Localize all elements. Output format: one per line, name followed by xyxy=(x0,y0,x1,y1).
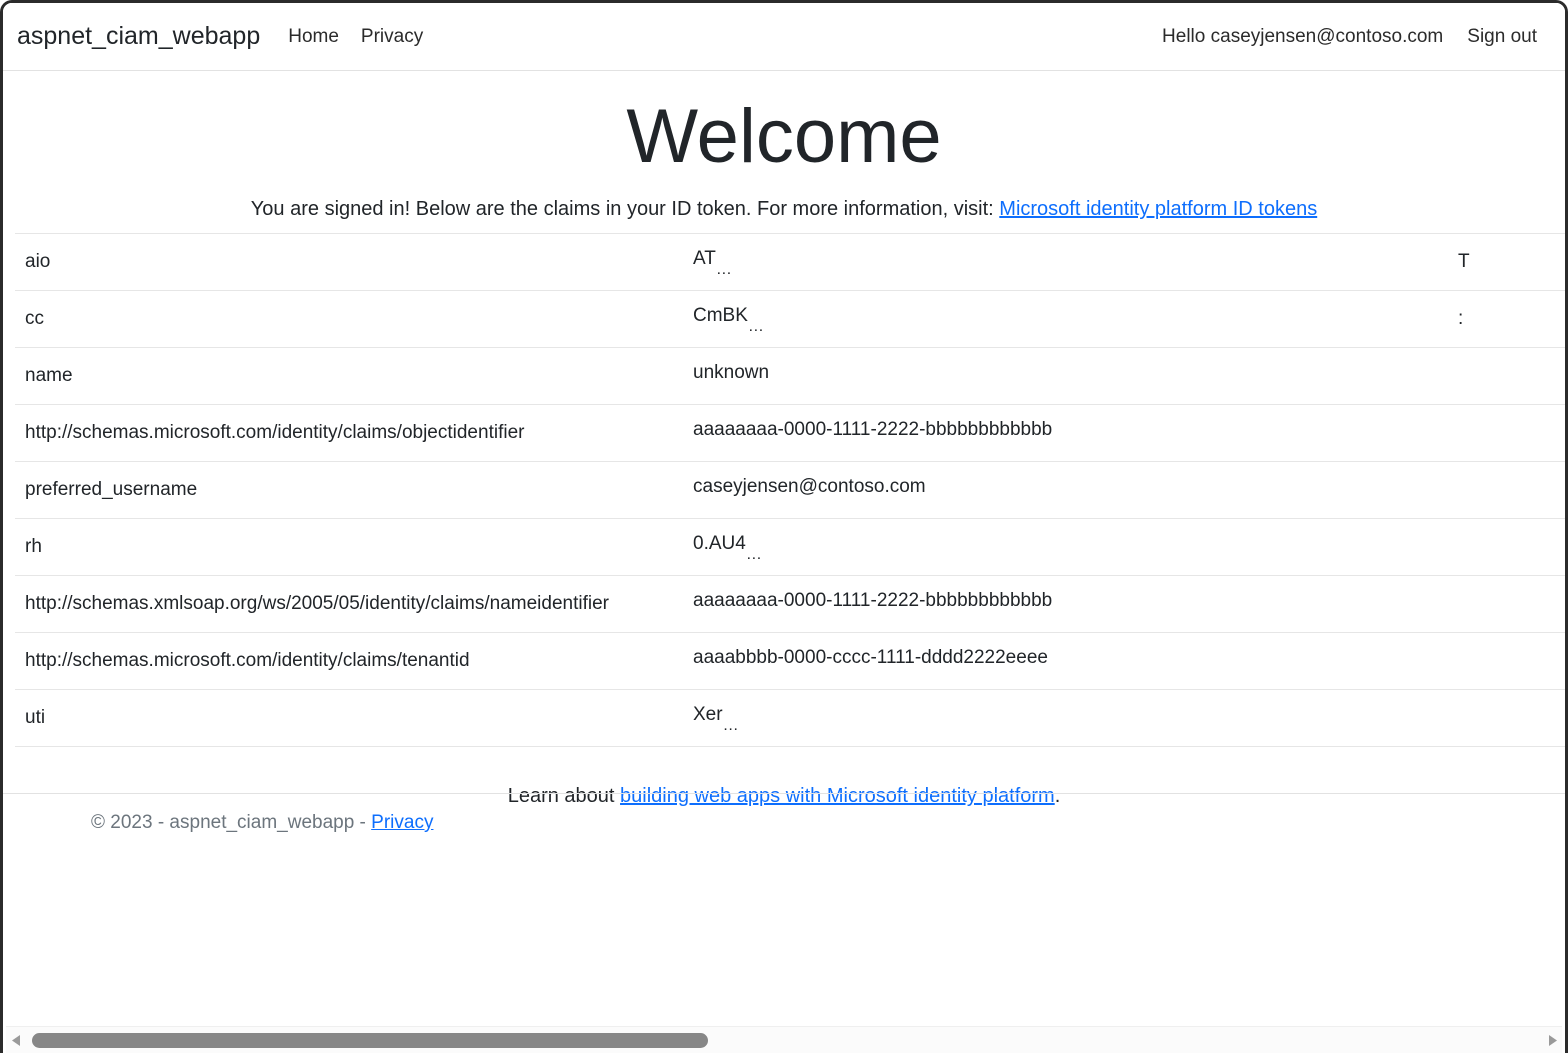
claim-overflow-cell: : xyxy=(1448,291,1565,348)
claim-value: CmBK… xyxy=(683,291,1448,348)
truncation-ellipsis: … xyxy=(716,261,733,278)
claim-value: Xer… xyxy=(683,690,1448,747)
lead-text: You are signed in! Below are the claims … xyxy=(251,198,1000,220)
navbar-right: Hello caseyjensen@contoso.com Sign out xyxy=(1162,26,1545,48)
claim-value: aaaabbbb-0000-cccc-1111-dddd2222eeee xyxy=(683,633,1448,690)
footer-privacy-link[interactable]: Privacy xyxy=(371,812,433,833)
table-row: http://schemas.microsoft.com/identity/cl… xyxy=(15,633,1565,690)
claim-overflow-cell xyxy=(1448,462,1565,519)
scroll-left-arrow-icon[interactable] xyxy=(6,1027,26,1053)
claim-value-text: Xer xyxy=(693,704,723,726)
claim-value-text: 0.AU4 xyxy=(693,533,746,555)
nav-link-privacy[interactable]: Privacy xyxy=(361,26,423,48)
navbar: aspnet_ciam_webapp Home Privacy Hello ca… xyxy=(3,3,1565,71)
claim-overflow-cell xyxy=(1448,405,1565,462)
claim-value-text: aaaaaaaa-0000-1111-2222-bbbbbbbbbbbb xyxy=(693,419,1052,441)
claims-table-wrapper: aio AT… T cc CmBK… : name unknown xyxy=(3,233,1565,747)
page-title: Welcome xyxy=(3,93,1565,180)
truncation-ellipsis: … xyxy=(746,546,763,563)
claim-key: http://schemas.microsoft.com/identity/cl… xyxy=(15,633,683,690)
claim-overflow-cell xyxy=(1448,576,1565,633)
claim-overflow-cell xyxy=(1448,633,1565,690)
claim-value-text: unknown xyxy=(693,362,769,384)
claim-key: rh xyxy=(15,519,683,576)
claim-overflow-cell xyxy=(1448,348,1565,405)
horizontal-scrollbar[interactable] xyxy=(6,1026,1562,1053)
nav-link-home[interactable]: Home xyxy=(288,26,339,48)
table-row: http://schemas.microsoft.com/identity/cl… xyxy=(15,405,1565,462)
nav-greeting[interactable]: Hello caseyjensen@contoso.com xyxy=(1162,26,1443,48)
claim-value: caseyjensen@contoso.com xyxy=(683,462,1448,519)
table-row: http://schemas.xmlsoap.org/ws/2005/05/id… xyxy=(15,576,1565,633)
claim-overflow-cell xyxy=(1448,519,1565,576)
id-tokens-doc-link[interactable]: Microsoft identity platform ID tokens xyxy=(999,198,1317,220)
claim-overflow-cell: T xyxy=(1448,234,1565,291)
claim-value-text: CmBK xyxy=(693,305,748,327)
lead-paragraph: You are signed in! Below are the claims … xyxy=(3,198,1565,221)
table-row: aio AT… T xyxy=(15,234,1565,291)
claim-key: uti xyxy=(15,690,683,747)
claim-key: preferred_username xyxy=(15,462,683,519)
browser-window: aspnet_ciam_webapp Home Privacy Hello ca… xyxy=(0,0,1568,1053)
main-content: Welcome You are signed in! Below are the… xyxy=(3,93,1565,808)
table-row: rh 0.AU4… xyxy=(15,519,1565,576)
claims-table: aio AT… T cc CmBK… : name unknown xyxy=(15,233,1565,747)
table-row: preferred_username caseyjensen@contoso.c… xyxy=(15,462,1565,519)
claim-value: unknown xyxy=(683,348,1448,405)
claim-key: http://schemas.microsoft.com/identity/cl… xyxy=(15,405,683,462)
claim-value-text: aaaaaaaa-0000-1111-2222-bbbbbbbbbbbb xyxy=(693,590,1052,612)
navbar-brand[interactable]: aspnet_ciam_webapp xyxy=(17,22,260,51)
claim-overflow-cell xyxy=(1448,690,1565,747)
truncation-ellipsis: … xyxy=(748,318,765,335)
claim-key: aio xyxy=(15,234,683,291)
table-row: cc CmBK… : xyxy=(15,291,1565,348)
claim-value: aaaaaaaa-0000-1111-2222-bbbbbbbbbbbb xyxy=(683,405,1448,462)
claim-key: cc xyxy=(15,291,683,348)
copyright-text: © 2023 - aspnet_ciam_webapp - xyxy=(91,812,371,833)
claim-value: 0.AU4… xyxy=(683,519,1448,576)
claim-key: name xyxy=(15,348,683,405)
table-row: name unknown xyxy=(15,348,1565,405)
page-footer: © 2023 - aspnet_ciam_webapp - Privacy xyxy=(3,793,1565,834)
table-row: uti Xer… xyxy=(15,690,1565,747)
scrollbar-track[interactable] xyxy=(26,1027,1542,1053)
truncation-ellipsis: … xyxy=(723,717,740,734)
scroll-right-arrow-icon[interactable] xyxy=(1542,1027,1562,1053)
scrollbar-thumb[interactable] xyxy=(32,1033,708,1048)
claim-value-text: caseyjensen@contoso.com xyxy=(693,476,926,498)
navbar-links: Home Privacy xyxy=(288,26,423,48)
claim-key: http://schemas.xmlsoap.org/ws/2005/05/id… xyxy=(15,576,683,633)
claim-value-text: AT xyxy=(693,248,716,270)
claim-value: AT… xyxy=(683,234,1448,291)
claim-value: aaaaaaaa-0000-1111-2222-bbbbbbbbbbbb xyxy=(683,576,1448,633)
claim-value-text: aaaabbbb-0000-cccc-1111-dddd2222eeee xyxy=(693,647,1048,669)
page-viewport: aspnet_ciam_webapp Home Privacy Hello ca… xyxy=(3,3,1565,1025)
claims-table-body: aio AT… T cc CmBK… : name unknown xyxy=(15,234,1565,747)
sign-out-link[interactable]: Sign out xyxy=(1467,26,1545,48)
